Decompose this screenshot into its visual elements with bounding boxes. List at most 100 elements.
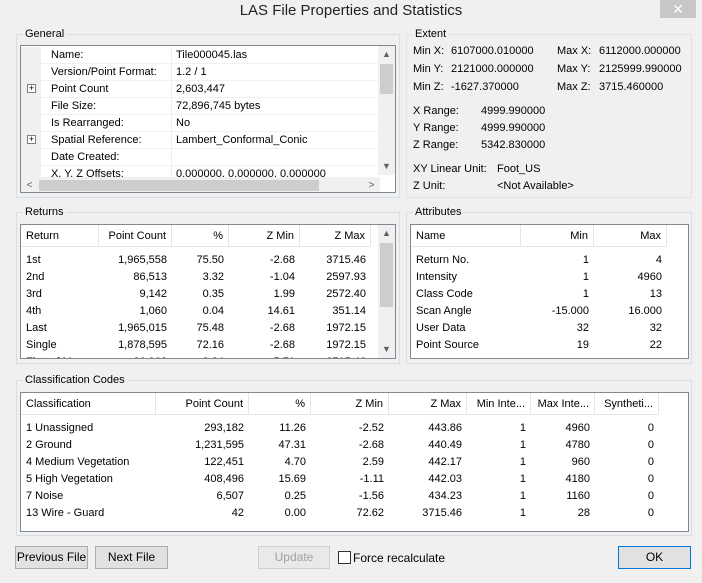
table-row[interactable]: Scan Angle -15.000 16.000	[411, 303, 667, 320]
scroll-thumb[interactable]	[380, 243, 393, 307]
table-row[interactable]: 13 Wire - Guard 42 0.00 72.62 3715.46 1 28 0	[21, 505, 659, 522]
column-header[interactable]: Max Inte...	[531, 393, 595, 415]
property-row[interactable]: Version/Point Format: 1.2 / 1	[21, 64, 378, 81]
table-row[interactable]: 5 High Vegetation 408,496 15.69 -1.11 442.03…	[21, 471, 659, 488]
column-header[interactable]: Syntheti...	[595, 393, 659, 415]
scroll-up-icon[interactable]: ▲	[378, 225, 395, 242]
force-recalculate-checkbox[interactable]	[338, 551, 351, 564]
scroll-thumb[interactable]	[39, 180, 319, 191]
table-row[interactable]: Return No. 1 4	[411, 252, 667, 269]
column-header[interactable]: Z Max	[300, 225, 371, 247]
table-cell: Class Code	[416, 288, 473, 300]
table-row[interactable]: 4 Medium Vegetation 122,451 4.70 2.59 442.17…	[21, 454, 659, 471]
property-row[interactable]: + Spatial Reference: Lambert_Conformal_Con…	[21, 132, 378, 149]
scroll-up-icon[interactable]: ▲	[378, 46, 395, 63]
table-cell: 3715.46	[422, 507, 462, 519]
property-row[interactable]: Name: Tile000045.las	[21, 47, 378, 64]
update-button[interactable]: Update	[258, 546, 330, 569]
column-header[interactable]: Point Count	[156, 393, 249, 415]
scroll-down-icon[interactable]: ▼	[378, 158, 395, 175]
table-cell: 0	[647, 507, 654, 519]
column-header[interactable]: Z Min	[311, 393, 389, 415]
general-vertical-scrollbar[interactable]: ▲ ▼	[378, 46, 395, 175]
property-row[interactable]: + Point Count 2,603,447	[21, 81, 378, 98]
previous-file-button[interactable]: Previous File	[15, 546, 88, 569]
table-cell: 22	[649, 339, 662, 351]
table-cell: 75.48	[196, 322, 224, 334]
table-cell: 1	[519, 473, 526, 485]
min-y-label: Min Y:	[413, 63, 444, 75]
table-cell: 442.03	[428, 473, 462, 485]
attributes-group-label: Attributes	[413, 206, 464, 218]
next-file-button[interactable]: Next File	[95, 546, 168, 569]
property-row[interactable]: Is Rearranged: No	[21, 115, 378, 132]
table-row[interactable]: 4th 1,060 0.04 14.61 351.14	[21, 303, 371, 320]
property-row[interactable]: File Size: 72,896,745 bytes	[21, 98, 378, 115]
table-cell: 1	[519, 456, 526, 468]
table-cell: 0	[647, 456, 654, 468]
x-range-value: 4999.990000	[481, 105, 546, 117]
table-cell: -2.68	[269, 339, 295, 351]
column-header[interactable]: Classification	[21, 393, 156, 415]
column-header[interactable]: Min Inte...	[467, 393, 531, 415]
property-value: 2,603,447	[176, 83, 225, 95]
table-row[interactable]: Class Code 1 13	[411, 286, 667, 303]
column-header[interactable]: Min	[521, 225, 594, 247]
column-header[interactable]: %	[172, 225, 229, 247]
property-row[interactable]: Date Created:	[21, 149, 378, 166]
table-cell: 4960	[637, 271, 662, 283]
scroll-down-icon[interactable]: ▼	[378, 341, 395, 358]
table-row[interactable]: 2nd 86,513 3.32 -1.04 2597.93	[21, 269, 371, 286]
min-x-label: Min X:	[413, 45, 445, 57]
returns-vertical-scrollbar[interactable]: ▲ ▼	[378, 225, 395, 358]
expand-icon[interactable]: +	[27, 135, 36, 144]
table-cell: 1st	[26, 254, 41, 266]
table-row[interactable]: 7 Noise 6,507 0.25 -1.56 434.23 1 1160 0	[21, 488, 659, 505]
column-header[interactable]: Max	[594, 225, 667, 247]
table-row[interactable]: 1st 1,965,558 75.50 -2.68 3715.46	[21, 252, 371, 269]
table-row[interactable]: Point Source 19 22	[411, 337, 667, 354]
column-header[interactable]: Point Count	[99, 225, 172, 247]
table-cell: Last	[26, 322, 47, 334]
ok-button[interactable]: OK	[618, 546, 691, 569]
table-cell: 1972.15	[326, 339, 366, 351]
row-gutter	[21, 64, 41, 81]
column-separator	[171, 115, 172, 132]
column-header[interactable]: Return	[21, 225, 99, 247]
close-button[interactable]: ✕	[660, 0, 696, 18]
general-horizontal-scrollbar[interactable]: < >	[21, 177, 380, 192]
table-row[interactable]: Intensity 1 4960	[411, 269, 667, 286]
table-row[interactable]: 1 Unassigned 293,182 11.26 -2.52 443.86 1 4960…	[21, 420, 659, 437]
table-row[interactable]: Single 1,878,595 72.16 -2.68 1972.15	[21, 337, 371, 354]
table-cell: 1.99	[273, 288, 295, 300]
returns-list-content: Return Point Count% Z Min Z Max 1st 1,965,558…	[21, 225, 378, 358]
table-row[interactable]: User Data 32 32	[411, 320, 667, 337]
property-name: Is Rearranged:	[51, 117, 124, 129]
column-header[interactable]: Z Min	[229, 225, 300, 247]
table-row[interactable]: Last 1,965,015 75.48 -2.68 1972.15	[21, 320, 371, 337]
column-header[interactable]: %	[249, 393, 311, 415]
table-row[interactable]: 2 Ground 1,231,595 47.31 -2.68 440.49 1 4780 0	[21, 437, 659, 454]
scroll-right-icon[interactable]: >	[363, 177, 380, 192]
x-range-label: X Range:	[413, 105, 459, 117]
max-y-value: 2125999.990000	[599, 63, 682, 75]
column-header[interactable]: Z Max	[389, 393, 467, 415]
column-header[interactable]: Name	[411, 225, 521, 247]
scroll-left-icon[interactable]: <	[21, 177, 38, 192]
table-cell: 0.00	[284, 507, 306, 519]
table-cell: 4180	[565, 473, 590, 485]
table-row[interactable]: First of M...86,9633.345.713715.46	[21, 354, 371, 358]
expand-icon[interactable]: +	[27, 84, 36, 93]
force-recalculate-label[interactable]: Force recalculate	[353, 551, 445, 565]
table-cell: 1	[582, 271, 589, 283]
scroll-thumb[interactable]	[380, 64, 393, 94]
table-row[interactable]: 3rd 9,142 0.35 1.99 2572.40	[21, 286, 371, 303]
table-cell: 122,451	[204, 456, 244, 468]
table-cell: 3715.46	[326, 254, 366, 266]
table-cell: 0	[647, 422, 654, 434]
table-cell: 19	[576, 339, 589, 351]
property-row[interactable]: X, Y, Z Offsets: 0.000000, 0.000000, 0.00…	[21, 166, 378, 177]
returns-group-label: Returns	[23, 206, 66, 218]
y-range-label: Y Range:	[413, 122, 459, 134]
general-group: General Name: Tile000045.las Version/Point…	[16, 28, 400, 198]
